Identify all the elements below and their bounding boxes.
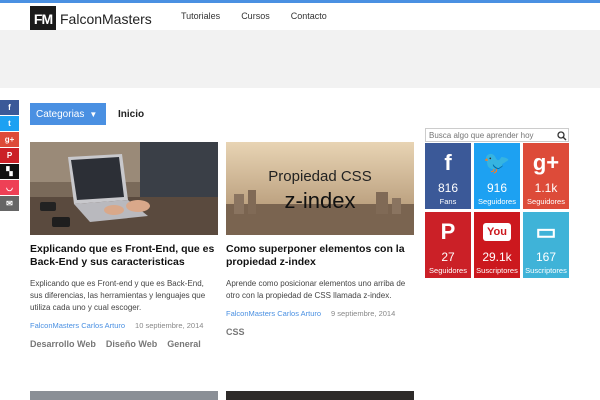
- follower-label: Fans: [439, 197, 457, 206]
- post-meta: FalconMasters Carlos Arturo 10 septiembr…: [30, 321, 218, 330]
- social-tile[interactable]: ▭ 167 Suscriptores: [523, 212, 569, 278]
- post-date: 9 septiembre, 2014: [331, 309, 396, 318]
- social-tile[interactable]: g+ 1.1k Seguidores: [523, 143, 569, 209]
- main-nav: Tutoriales Cursos Contacto: [181, 11, 327, 21]
- rss-icon: ▭: [535, 219, 557, 244]
- categories-dropdown-button[interactable]: Categorias ▼: [30, 103, 106, 125]
- chevron-down-icon: ▼: [89, 109, 98, 119]
- social-tile[interactable]: P 27 Seguidores: [425, 212, 471, 278]
- tag-link[interactable]: Desarrollo Web: [30, 339, 96, 349]
- follower-label: Seguidores: [429, 266, 467, 275]
- twitter-icon: 🐦: [483, 150, 511, 175]
- social-tile[interactable]: 🐦 916 Seguidores: [474, 143, 520, 209]
- twitter-icon[interactable]: t: [0, 116, 19, 131]
- social-counters: f 816 Fans 🐦 916 Seguidores g+ 1.1k Seguidores P 2…: [425, 143, 569, 278]
- post-tags: CSS: [226, 327, 414, 337]
- follower-label: Seguidores: [478, 197, 516, 206]
- follower-count: 27: [441, 250, 455, 264]
- follower-count: 816: [437, 181, 459, 195]
- search-box: [425, 128, 569, 142]
- pinterest-icon: P: [440, 219, 456, 244]
- thumb-text-line1: Propiedad CSS: [268, 168, 371, 185]
- share-sidebar: f t g+ P ▚ ◡ ✉: [0, 100, 19, 212]
- follower-count: 167: [535, 250, 557, 264]
- tag-link[interactable]: CSS: [226, 327, 245, 337]
- post-title[interactable]: Explicando que es Front-End, que es Back…: [30, 243, 218, 269]
- facebook-icon: f: [444, 150, 452, 175]
- post-date: 10 septiembre, 2014: [135, 321, 204, 330]
- logo-mark: FM: [30, 6, 56, 31]
- tag-link[interactable]: Diseño Web: [106, 339, 157, 349]
- nav-contacto[interactable]: Contacto: [291, 11, 327, 21]
- post-tags: Desarrollo Web Diseño Web General: [30, 339, 218, 349]
- thumb-text-line2: z-index: [285, 188, 356, 213]
- post-card: Explicando que es Front-End, que es Back…: [30, 142, 218, 349]
- follower-label: Seguidores: [527, 197, 565, 206]
- ad-banner-area: [0, 30, 600, 88]
- logo-text: FalconMasters: [60, 10, 152, 27]
- post-thumbnail-partial[interactable]: [226, 391, 414, 400]
- google-plus-icon: g+: [532, 150, 560, 175]
- youtube-icon: You: [483, 223, 511, 241]
- site-header: FM FalconMasters Tutoriales Cursos Conta…: [0, 3, 600, 31]
- post-thumbnail-laptop[interactable]: [30, 142, 218, 235]
- post-thumbnail-partial[interactable]: [30, 391, 218, 400]
- nav-cursos[interactable]: Cursos: [241, 11, 270, 21]
- search-input[interactable]: [426, 130, 556, 140]
- post-author-link[interactable]: FalconMasters Carlos Arturo: [30, 321, 125, 330]
- search-icon[interactable]: [556, 129, 568, 141]
- google-plus-icon[interactable]: g+: [0, 132, 19, 147]
- facebook-icon[interactable]: f: [0, 100, 19, 115]
- post-card: Propiedad CSS z-index Como superponer el…: [226, 142, 414, 337]
- post-title[interactable]: Como superponer elementos con la propied…: [226, 243, 414, 269]
- pinterest-icon[interactable]: P: [0, 148, 19, 163]
- tag-link[interactable]: General: [167, 339, 201, 349]
- post-meta: FalconMasters Carlos Arturo 9 septiembre…: [226, 309, 414, 318]
- post-thumbnail-zindex[interactable]: Propiedad CSS z-index: [226, 142, 414, 235]
- post-excerpt: Explicando que es Front-end y que es Bac…: [30, 279, 206, 312]
- bookmark-icon[interactable]: ▚: [0, 164, 19, 179]
- categories-label: Categorias: [36, 108, 85, 120]
- social-tile[interactable]: f 816 Fans: [425, 143, 471, 209]
- post-author-link[interactable]: FalconMasters Carlos Arturo: [226, 309, 321, 318]
- nav-tutoriales[interactable]: Tutoriales: [181, 11, 220, 21]
- email-icon[interactable]: ✉: [0, 196, 19, 211]
- follower-count: 29.1k: [482, 250, 512, 264]
- inicio-link[interactable]: Inicio: [118, 109, 144, 120]
- social-tile[interactable]: You 29.1k Suscriptores: [474, 212, 520, 278]
- pocket-icon[interactable]: ◡: [0, 180, 19, 195]
- follower-label: Suscriptores: [525, 266, 567, 275]
- site-logo[interactable]: FM FalconMasters: [30, 6, 152, 31]
- follower-count: 1.1k: [534, 181, 558, 195]
- follower-count: 916: [486, 181, 508, 195]
- post-excerpt: Aprende como posicionar elementos uno ar…: [226, 279, 406, 300]
- follower-label: Suscriptores: [476, 266, 518, 275]
